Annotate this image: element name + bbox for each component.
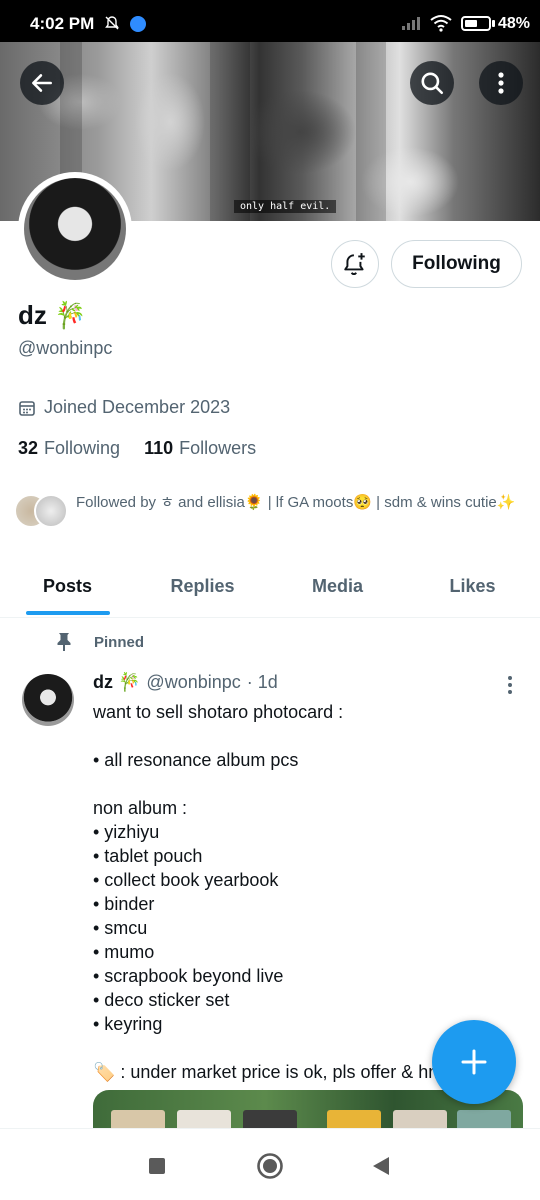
- mutual-avatar: [34, 494, 68, 528]
- notifications-button[interactable]: [331, 240, 379, 288]
- post-header: dz 🎋 @wonbinpc · 1d: [93, 672, 278, 693]
- calendar-icon: [19, 400, 35, 416]
- pin-icon: [57, 633, 71, 651]
- search-icon: [421, 72, 444, 95]
- post-author-handle[interactable]: @wonbinpc: [146, 672, 240, 693]
- pinned-label: Pinned: [94, 633, 145, 651]
- back-nav-button[interactable]: [366, 1151, 396, 1181]
- post-more-button[interactable]: [500, 674, 520, 696]
- following-stat[interactable]: 32 Following: [18, 438, 120, 459]
- status-time: 4:02 PM: [30, 14, 95, 33]
- display-name: dz 🎋: [18, 300, 87, 330]
- search-button[interactable]: [410, 61, 454, 105]
- username: @wonbinpc: [18, 338, 113, 358]
- post-avatar[interactable]: [22, 674, 74, 726]
- signal-icon: [402, 17, 420, 30]
- tab-posts[interactable]: Posts: [0, 555, 135, 617]
- tab-likes[interactable]: Likes: [405, 555, 540, 617]
- follow-stats: 32 Following 110 Followers: [18, 438, 256, 459]
- tab-replies[interactable]: Replies: [135, 555, 270, 617]
- active-tab-indicator: [26, 611, 110, 615]
- dot: [508, 690, 512, 694]
- banner-caption: only half evil.: [234, 200, 337, 213]
- followed-by-text: Followed by ㅎ and ellisia🌻 | lf GA moots…: [76, 494, 516, 511]
- wifi-icon: [430, 15, 452, 32]
- profile-tabs: Posts Replies Media Likes: [0, 555, 540, 618]
- bell-plus-icon: [344, 253, 365, 275]
- battery-percent: 48%: [498, 15, 531, 32]
- dot: [508, 676, 512, 680]
- mutual-avatars: [14, 492, 70, 530]
- tab-media[interactable]: Media: [270, 555, 405, 617]
- following-button[interactable]: Following: [391, 240, 522, 288]
- following-label: Following: [44, 438, 121, 458]
- system-nav-bar: [0, 1128, 540, 1200]
- banner-texture: [210, 42, 250, 221]
- arrow-left-icon: [32, 74, 52, 92]
- more-vertical-icon: [498, 72, 504, 94]
- messenger-icon: [130, 16, 146, 32]
- followers-label: Followers: [179, 438, 257, 458]
- joined-text: Joined December 2023: [44, 397, 231, 417]
- followers-stat[interactable]: 110 Followers: [144, 438, 256, 459]
- battery-icon: [461, 16, 491, 31]
- dot: [508, 683, 512, 687]
- following-count: 32: [18, 438, 39, 458]
- status-bar: 4:02 PM 48%: [0, 0, 540, 42]
- post-time: · 1d: [246, 672, 278, 692]
- profile-avatar[interactable]: [18, 172, 132, 286]
- square-icon: [149, 1158, 165, 1174]
- mute-icon: [104, 15, 120, 34]
- battery-cap: [492, 20, 495, 27]
- pinned-indicator: Pinned: [56, 632, 144, 652]
- back-button[interactable]: [20, 61, 64, 105]
- banner-texture: [356, 42, 386, 221]
- home-button[interactable]: [255, 1151, 285, 1181]
- followers-count: 110: [144, 438, 174, 458]
- recent-apps-button[interactable]: [142, 1151, 172, 1181]
- avatar-image: [24, 178, 126, 280]
- home-circle-icon: [257, 1153, 283, 1179]
- triangle-back-icon: [373, 1157, 389, 1175]
- more-options-button[interactable]: [479, 61, 523, 105]
- compose-post-button[interactable]: [432, 1020, 516, 1104]
- joined-date: Joined December 2023: [18, 397, 230, 418]
- plus-icon: [461, 1049, 487, 1075]
- post-author-name[interactable]: dz 🎋: [93, 672, 140, 693]
